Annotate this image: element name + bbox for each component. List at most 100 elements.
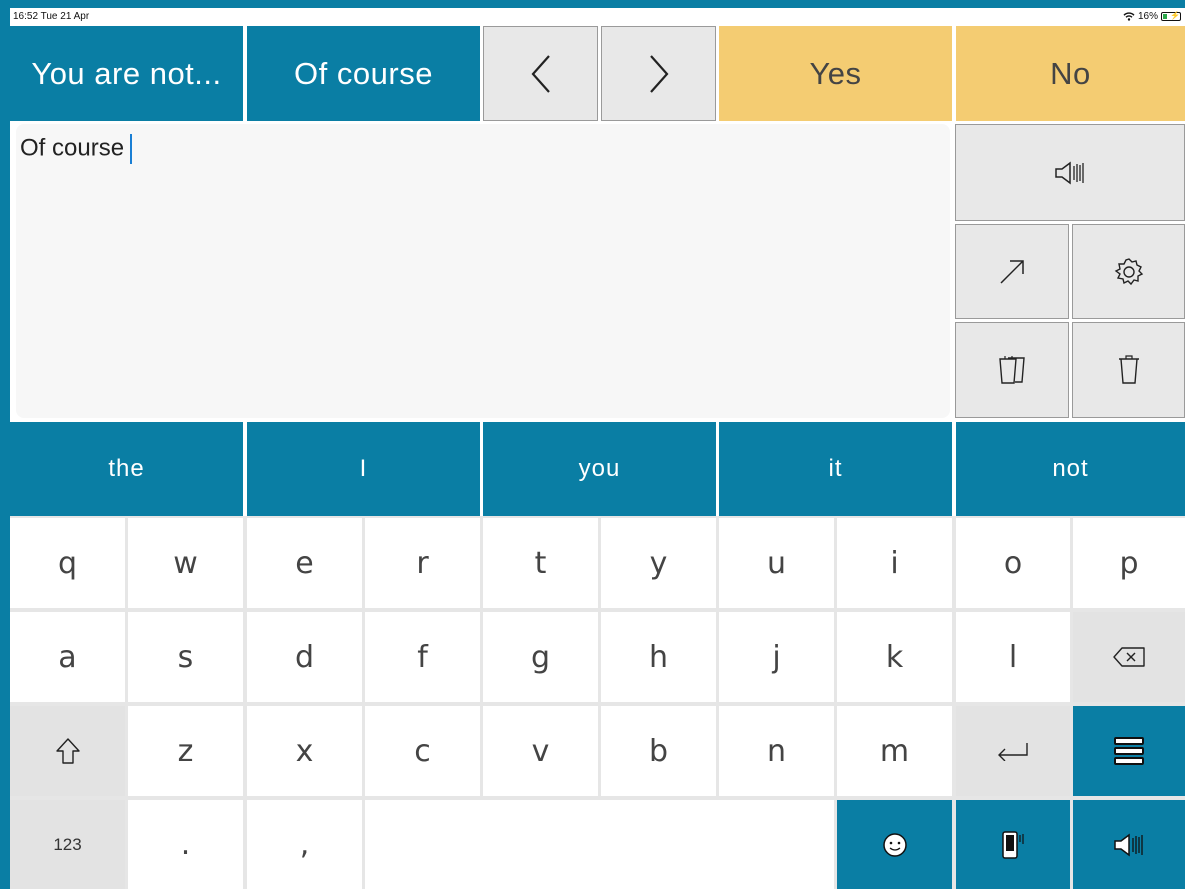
battery-percent: 16%	[1137, 11, 1158, 22]
key-p[interactable]: p	[1073, 518, 1185, 608]
key-l[interactable]: l	[956, 612, 1070, 702]
numbers-key[interactable]: 123	[10, 800, 125, 889]
key-label: t	[534, 545, 547, 581]
speaker-icon	[1055, 161, 1084, 184]
key-label: q	[57, 545, 78, 581]
chevron-left-icon	[531, 54, 550, 93]
key-d[interactable]: d	[247, 612, 362, 702]
menu-icon	[1114, 737, 1144, 765]
key-label: i	[890, 545, 899, 581]
expand-button[interactable]	[955, 224, 1069, 319]
key-label: w	[173, 545, 198, 581]
prediction-label: you	[578, 455, 621, 482]
key-b[interactable]: b	[601, 706, 716, 796]
status-right: 16% ⚡	[1123, 11, 1181, 22]
backspace-icon	[1113, 647, 1145, 667]
return-key[interactable]	[956, 706, 1070, 796]
key-label: l	[1008, 639, 1018, 675]
delete-button[interactable]	[1072, 322, 1185, 418]
key-h[interactable]: h	[601, 612, 716, 702]
device-key[interactable]	[956, 800, 1070, 889]
shift-key[interactable]	[10, 706, 125, 796]
no-label: No	[1050, 55, 1091, 91]
speak-key[interactable]	[1073, 800, 1185, 889]
key-comma[interactable]: ,	[247, 800, 362, 889]
key-q[interactable]: q	[10, 518, 125, 608]
space-key[interactable]	[365, 800, 834, 889]
status-bar: 16:52 Tue 21 Apr 16% ⚡	[10, 8, 1185, 26]
key-label: j	[772, 639, 781, 675]
key-a[interactable]: a	[10, 612, 125, 702]
key-t[interactable]: t	[483, 518, 598, 608]
key-r[interactable]: r	[365, 518, 480, 608]
key-v[interactable]: v	[483, 706, 598, 796]
key-o[interactable]: o	[956, 518, 1070, 608]
speaker-icon	[1114, 833, 1143, 856]
yes-button[interactable]: Yes	[719, 26, 952, 121]
smiley-icon	[882, 832, 907, 857]
key-label: b	[648, 733, 669, 769]
next-button[interactable]	[601, 26, 716, 121]
key-z[interactable]: z	[128, 706, 243, 796]
status-time: 16:52 Tue 21 Apr	[13, 11, 90, 22]
chevron-right-icon	[649, 54, 668, 93]
phrase-label: Of course	[294, 55, 433, 91]
key-label: v	[531, 733, 550, 769]
text-caret	[130, 134, 133, 164]
key-m[interactable]: m	[837, 706, 952, 796]
emoji-key[interactable]	[837, 800, 952, 889]
key-u[interactable]: u	[719, 518, 834, 608]
trash-multiple-icon	[999, 356, 1025, 384]
key-label: .	[180, 827, 191, 862]
key-label: h	[648, 639, 668, 675]
prediction-you[interactable]: you	[483, 422, 716, 516]
phrase-button-you-are-not[interactable]: You are not...	[10, 26, 243, 121]
prediction-the[interactable]: the	[10, 422, 243, 516]
no-button[interactable]: No	[956, 26, 1185, 121]
key-k[interactable]: k	[837, 612, 952, 702]
arrow-up-right-icon	[1000, 259, 1024, 284]
key-label: f	[417, 639, 428, 675]
wifi-icon	[1123, 12, 1135, 21]
key-g[interactable]: g	[483, 612, 598, 702]
backspace-key[interactable]	[1073, 612, 1185, 702]
key-w[interactable]: w	[128, 518, 243, 608]
prediction-not[interactable]: not	[956, 422, 1185, 516]
speak-button[interactable]	[955, 124, 1185, 221]
key-y[interactable]: y	[601, 518, 716, 608]
yes-label: Yes	[809, 55, 862, 91]
prediction-label: it	[828, 455, 843, 482]
prediction-it[interactable]: it	[719, 422, 952, 516]
clear-all-button[interactable]	[955, 322, 1069, 418]
key-i[interactable]: i	[837, 518, 952, 608]
key-label: m	[879, 733, 910, 769]
settings-button[interactable]	[1072, 224, 1185, 319]
key-f[interactable]: f	[365, 612, 480, 702]
return-icon	[998, 743, 1028, 761]
battery-icon: ⚡	[1161, 11, 1181, 21]
key-e[interactable]: e	[247, 518, 362, 608]
key-c[interactable]: c	[365, 706, 480, 796]
key-j[interactable]: j	[719, 612, 834, 702]
gear-icon	[1114, 257, 1143, 285]
key-label: k	[885, 639, 904, 675]
shift-icon	[55, 738, 80, 764]
menu-key[interactable]	[1073, 706, 1185, 796]
key-label: x	[295, 733, 314, 769]
key-label: p	[1119, 545, 1139, 581]
prediction-label: I	[359, 455, 368, 482]
key-s[interactable]: s	[128, 612, 243, 702]
key-x[interactable]: x	[247, 706, 362, 796]
key-n[interactable]: n	[719, 706, 834, 796]
prediction-label: not	[1052, 455, 1089, 482]
prediction-i[interactable]: I	[247, 422, 480, 516]
trash-icon	[1118, 355, 1139, 384]
key-label: g	[530, 639, 551, 675]
message-text-area[interactable]: Of course	[16, 124, 950, 418]
previous-button[interactable]	[483, 26, 598, 121]
phrase-button-of-course[interactable]: Of course	[247, 26, 480, 121]
phone-icon	[1002, 830, 1024, 859]
key-period[interactable]: .	[128, 800, 243, 889]
key-label: s	[177, 639, 194, 675]
key-label: r	[416, 545, 429, 581]
